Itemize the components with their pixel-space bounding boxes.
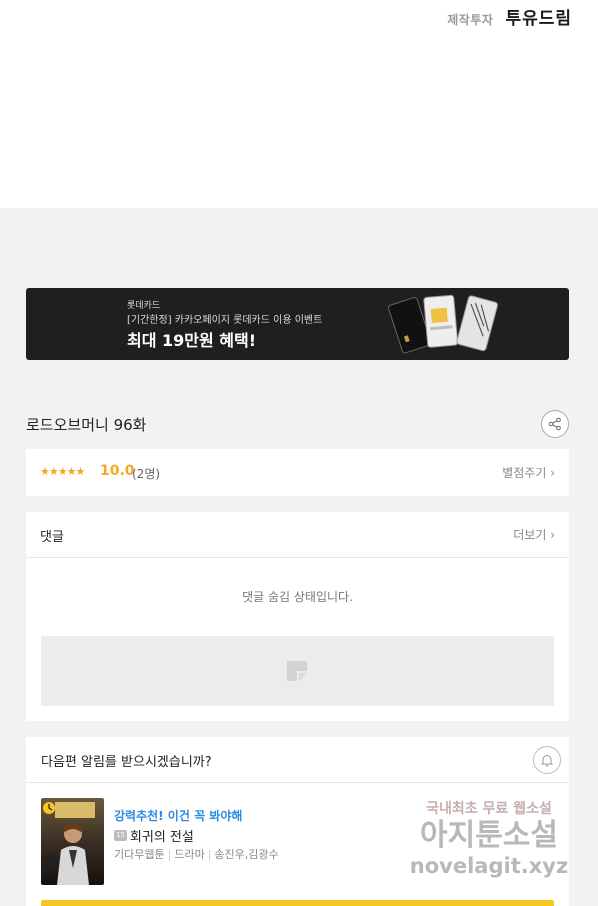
card-images [366,294,506,356]
next-episode-button[interactable] [41,900,554,906]
rating-count: (2명) [132,467,161,481]
share-icon [548,417,561,431]
recommend-category: 기다무웹툰 [114,848,165,861]
recommend-work-title: 회귀의 전설 [129,830,194,845]
meta-separator: | [167,848,172,861]
meta-separator: | [207,848,212,861]
age-rating-badge: 15 [114,830,127,841]
comment-title: 댓글 [40,530,64,545]
image-placeholder-icon [287,661,307,681]
credit-label: 제작투자 [447,13,494,27]
comment-more-button[interactable]: 더보기 › [513,526,555,543]
comment-section: 댓글 더보기 › 댓글 숨김 상태입니다. [26,512,569,721]
next-alert-header: 다음편 알림를 받으시겠습니까? [26,737,569,783]
banner-subtitle: [기간한정] 카카오페이지 롯데카드 이용 이벤트 [127,315,323,326]
watermark-line2: 아지툰소설 [420,818,558,853]
recommend-meta: 기다무웹툰 | 드라마 | 송진우,김광수 [114,846,279,862]
comment-header: 댓글 더보기 › [26,512,569,558]
next-alert-question: 다음편 알림를 받으시겠습니까? [41,755,212,770]
credit-name: 투유드림 [505,9,572,29]
alert-bell-button[interactable] [533,746,561,774]
recommend-genre: 드라마 [174,848,205,861]
promo-banner[interactable]: 롯데카드 [기간한정] 카카오페이지 롯데카드 이용 이벤트 최대 19만원 혜… [26,288,569,360]
recommend-thumbnail[interactable] [41,798,104,885]
bell-icon [540,755,554,767]
episode-title: 로드오브머니 96화 [26,416,147,434]
watermark-line1: 국내최초 무료 웹소설 [426,801,552,817]
content-area-top: 제작투자 투유드림 [0,0,598,208]
banner-brand: 롯데카드 [127,301,161,311]
recommend-label: 강력추천! 이건 꼭 봐야해 [114,809,243,823]
recommend-work-title-row[interactable]: 15 회귀의 전설 [114,826,194,845]
comment-hidden-message: 댓글 숨김 상태입니다. [242,590,353,604]
recommend-authors: 송진우,김광수 [214,848,279,861]
banner-title: 최대 19만원 혜택! [127,331,257,350]
rating-stars: ★★★★★ [40,465,85,478]
rating-score: 10.0 [100,463,135,479]
rating-section: ★★★★★ 10.0 (2명) 별점주기 › [26,449,569,496]
rate-button[interactable]: 별점주기 › [502,464,555,481]
credit-line: 제작투자 투유드림 [447,4,572,29]
ad-placeholder [41,636,554,706]
watermark: 국내최초 무료 웹소설 아지툰소설 novelagit.xyz [404,798,574,888]
episode-title-row: 로드오브머니 96화 [26,410,569,438]
watermark-line3: novelagit.xyz [409,854,569,878]
share-button[interactable] [541,410,569,438]
